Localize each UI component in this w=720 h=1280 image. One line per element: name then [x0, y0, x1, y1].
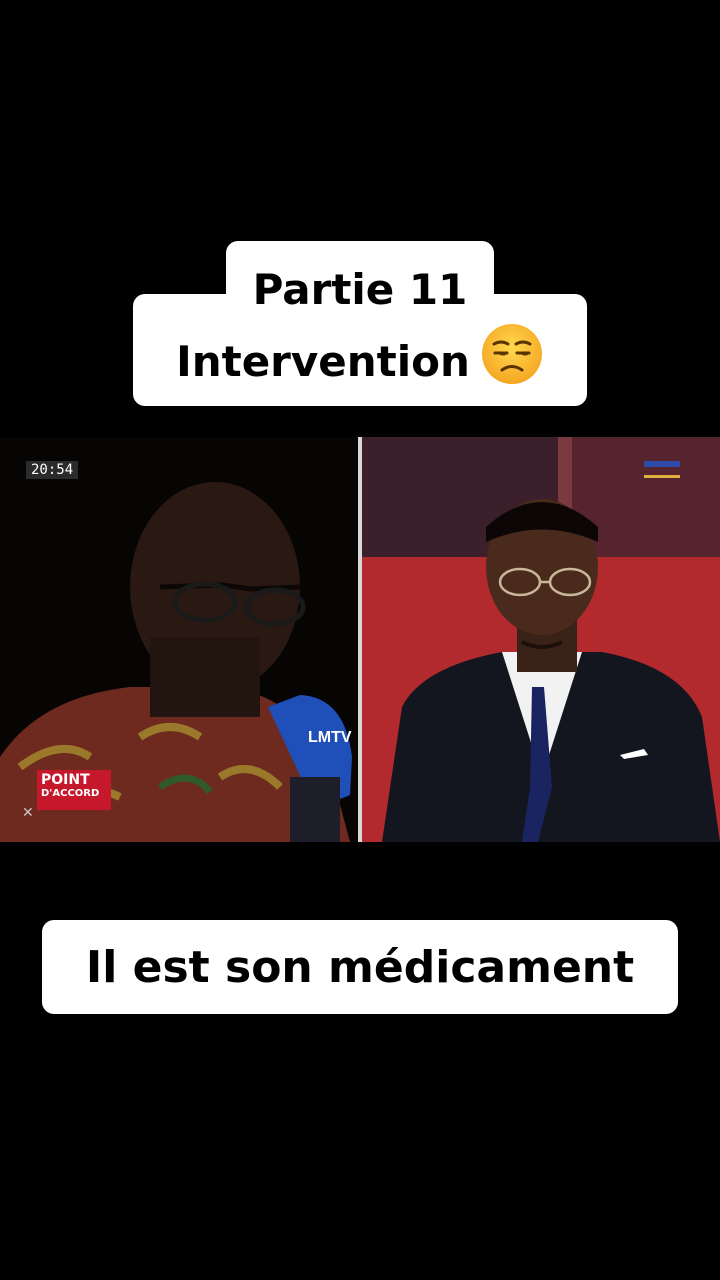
channel-logo-line2: D'ACCORD: [41, 788, 100, 799]
channel-logo: POINT D'ACCORD: [37, 770, 111, 810]
right-speaker-panel: [362, 437, 720, 842]
left-speaker-panel: LMTV 20:54 POINT D'ACCORD ✕: [0, 437, 358, 842]
title-part-number: Partie 11: [252, 265, 468, 314]
channel-logo-x-icon: ✕: [22, 805, 34, 821]
title-subtitle: Intervention: [176, 337, 470, 386]
caption-text: Il est son médicament: [85, 941, 635, 993]
channel-logo-line1: POINT: [41, 772, 90, 788]
mic-logo: LMTV: [308, 729, 352, 746]
unamused-face-emoji-icon: [480, 322, 544, 402]
video-frame[interactable]: LMTV 20:54 POINT D'ACCORD ✕: [0, 437, 720, 842]
right-speaker-image: [362, 437, 720, 842]
title-subtitle-row: Intervention: [133, 322, 587, 402]
timestamp-badge: 20:54: [26, 461, 79, 479]
